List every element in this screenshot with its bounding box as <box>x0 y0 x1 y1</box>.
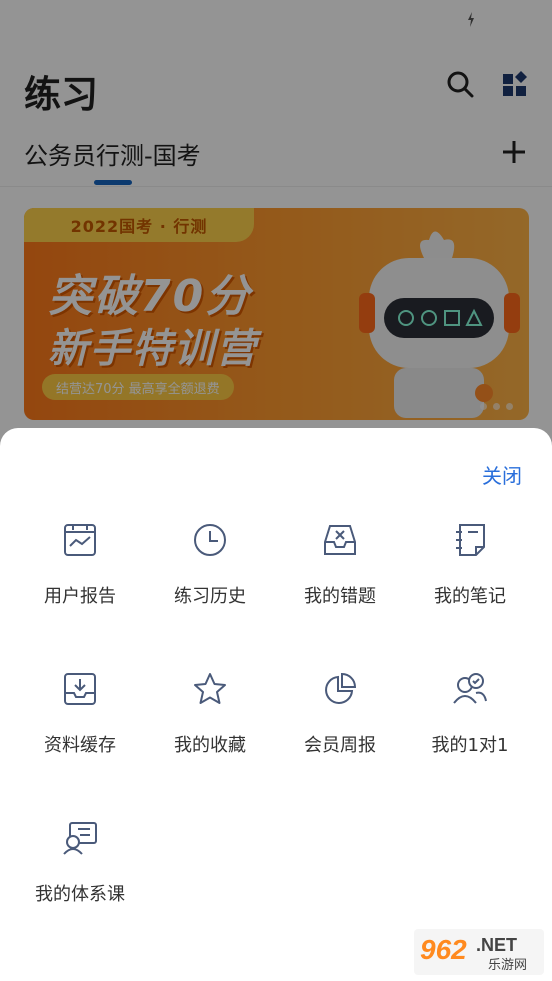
menu-item-label: 我的收藏 <box>174 735 246 756</box>
menu-item-material-cache[interactable]: 资料缓存 <box>15 671 145 781</box>
menu-item-label: 资料缓存 <box>44 735 116 756</box>
menu-item-member-weekly[interactable]: 会员周报 <box>275 671 405 781</box>
close-button[interactable]: 关闭 <box>482 460 522 489</box>
menu-item-user-report[interactable]: 用户报告 <box>15 522 145 632</box>
site-watermark: 962 .NET 乐游网 <box>414 929 544 975</box>
svg-text:.NET: .NET <box>476 935 517 955</box>
practice-page: 9:54 练习 公务员行测-国考 2022国考 · 行测 突破70分 新手特训营… <box>0 0 552 981</box>
menu-item-label: 练习历史 <box>174 586 246 607</box>
menu-item-practice-history[interactable]: 练习历史 <box>145 522 275 632</box>
star-icon <box>194 673 226 704</box>
menu-item-label: 我的体系课 <box>35 884 125 905</box>
tutor-icon <box>453 673 487 704</box>
menu-item-wrong-questions[interactable]: 我的错题 <box>275 522 405 632</box>
watermark-logo: 962 .NET 乐游网 <box>414 929 544 975</box>
notebook-icon <box>456 524 485 556</box>
menu-item-system-course[interactable]: 我的体系课 <box>15 820 145 930</box>
menu-item-label: 我的笔记 <box>434 586 506 607</box>
menu-item-label: 我的1对1 <box>431 735 509 756</box>
svg-text:乐游网: 乐游网 <box>488 958 527 973</box>
pie-chart-icon <box>325 672 357 704</box>
course-screen-icon <box>63 822 97 855</box>
download-tray-icon <box>64 673 96 705</box>
more-menu-sheet: 关闭 用户报告 练习历史 我的错题 我的笔记 资料缓存 我的收藏 会员周报 我的… <box>0 428 552 981</box>
menu-item-label: 会员周报 <box>304 735 376 756</box>
report-chart-icon <box>64 524 96 556</box>
svg-text:962: 962 <box>420 934 467 965</box>
inbox-x-icon <box>324 525 356 555</box>
menu-item-favorites[interactable]: 我的收藏 <box>145 671 275 781</box>
menu-item-my-notes[interactable]: 我的笔记 <box>405 522 535 632</box>
menu-item-label: 我的错题 <box>304 586 376 607</box>
menu-item-one-on-one[interactable]: 我的1对1 <box>405 671 535 781</box>
clock-icon <box>194 524 226 556</box>
menu-item-label: 用户报告 <box>44 586 116 607</box>
